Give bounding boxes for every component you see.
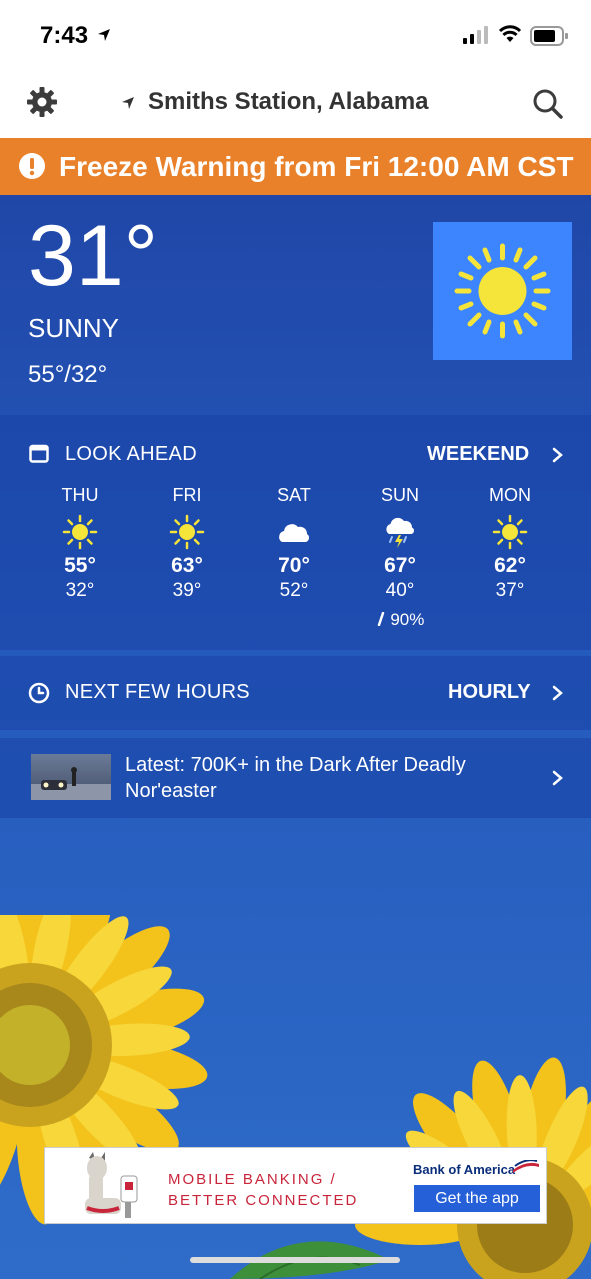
day-name: THU (61, 485, 99, 505)
forecast-day[interactable]: THU 55° 32° (27, 485, 133, 602)
next-few-hours-title: NEXT FEW HOURS (65, 681, 250, 703)
day-high: 70° (278, 554, 310, 577)
look-ahead-title: LOOK AHEAD (65, 443, 197, 465)
snowy-car-image (31, 767, 111, 800)
sun-icon (62, 514, 98, 550)
battery-icon (530, 26, 568, 46)
location-services-icon (98, 29, 110, 41)
weather-main: 31° SUNNY 55°/32° LOOK AHEAD WEEKEND THU… (0, 195, 591, 1279)
forecast-day[interactable]: SUN 67° 40° 90% (347, 485, 453, 630)
news-item[interactable]: Latest: 700K+ in the Dark After Deadly N… (0, 738, 591, 818)
status-bar: 7:43 (0, 0, 591, 72)
day-low: 37° (495, 580, 525, 601)
freeze-warning-banner[interactable]: Freeze Warning from Fri 12:00 AM CST (0, 138, 591, 195)
news-thumbnail (31, 754, 111, 800)
location-arrow-icon (122, 97, 134, 109)
day-name: SUN (380, 485, 419, 505)
chevron-right-icon[interactable] (552, 770, 564, 786)
sun-icon (169, 514, 205, 550)
day-low: 40° (385, 580, 415, 601)
ad-brand-logo: Bank of America (413, 1162, 516, 1177)
look-ahead-panel: LOOK AHEAD WEEKEND THU 55° 32° FRI 63° 3… (0, 415, 591, 650)
day-name: FRI (172, 485, 202, 505)
llama-mascot-image (85, 1152, 138, 1218)
forecast-day[interactable]: FRI 63° 39° (134, 485, 240, 602)
current-temperature: 31° (28, 208, 159, 304)
precip-chance: 90% (390, 610, 425, 629)
next-few-hours-row[interactable]: NEXT FEW HOURS HOURLY (0, 656, 591, 730)
day-low: 32° (65, 580, 95, 601)
day-high: 55° (64, 554, 96, 577)
news-headline: Latest: 700K+ in the Dark After Deadly N… (125, 754, 466, 802)
day-low: 52° (279, 580, 309, 601)
day-high: 63° (171, 554, 203, 577)
clock-icon (28, 682, 50, 704)
chevron-right-icon[interactable] (552, 685, 564, 701)
sun-icon (492, 514, 528, 550)
ad-headline-line1: MOBILE BANKING / (168, 1171, 337, 1188)
weekend-link[interactable]: WEEKEND (427, 443, 529, 466)
raindrop-icon (377, 611, 384, 627)
location-title[interactable]: Smiths Station, Alabama (148, 88, 429, 116)
day-precip: 90% (347, 610, 453, 630)
current-condition-tile (433, 222, 572, 360)
forecast-day[interactable]: MON 62° 37° (457, 485, 563, 602)
sun-icon (454, 243, 551, 339)
ad-headline-line2: BETTER CONNECTED (168, 1192, 359, 1209)
app-header: Smiths Station, Alabama (0, 72, 591, 138)
alert-text: Freeze Warning from Fri 12:00 AM CST (59, 151, 574, 182)
current-conditions: 31° SUNNY 55°/32° (0, 195, 591, 415)
ad-banner[interactable]: MOBILE BANKING / BETTER CONNECTED Bank o… (44, 1147, 547, 1224)
day-name: SAT (277, 485, 311, 505)
day-high: 62° (494, 554, 526, 577)
flag-logo-icon (513, 1160, 539, 1173)
chevron-right-icon[interactable] (552, 447, 564, 463)
sunflower-background-image (0, 915, 591, 1279)
search-icon[interactable] (532, 88, 564, 120)
cellular-signal-icon (463, 26, 488, 44)
hourly-link[interactable]: HOURLY (448, 681, 531, 704)
day-high: 67° (384, 554, 416, 577)
current-condition: SUNNY (28, 313, 120, 343)
day-low: 39° (172, 580, 202, 601)
wifi-icon (498, 25, 522, 42)
alert-exclamation-icon (19, 153, 45, 179)
calendar-icon (29, 444, 49, 463)
get-the-app-button[interactable]: Get the app (414, 1185, 540, 1212)
forecast-day[interactable]: SAT 70° 52° (241, 485, 347, 602)
current-hi-lo: 55°/32° (28, 361, 108, 388)
status-time: 7:43 (40, 22, 89, 49)
settings-gear-icon[interactable] (26, 86, 58, 118)
day-name: MON (489, 485, 531, 505)
thunderstorm-icon (386, 517, 414, 548)
cloud-icon (279, 524, 310, 542)
home-indicator[interactable] (190, 1257, 400, 1263)
